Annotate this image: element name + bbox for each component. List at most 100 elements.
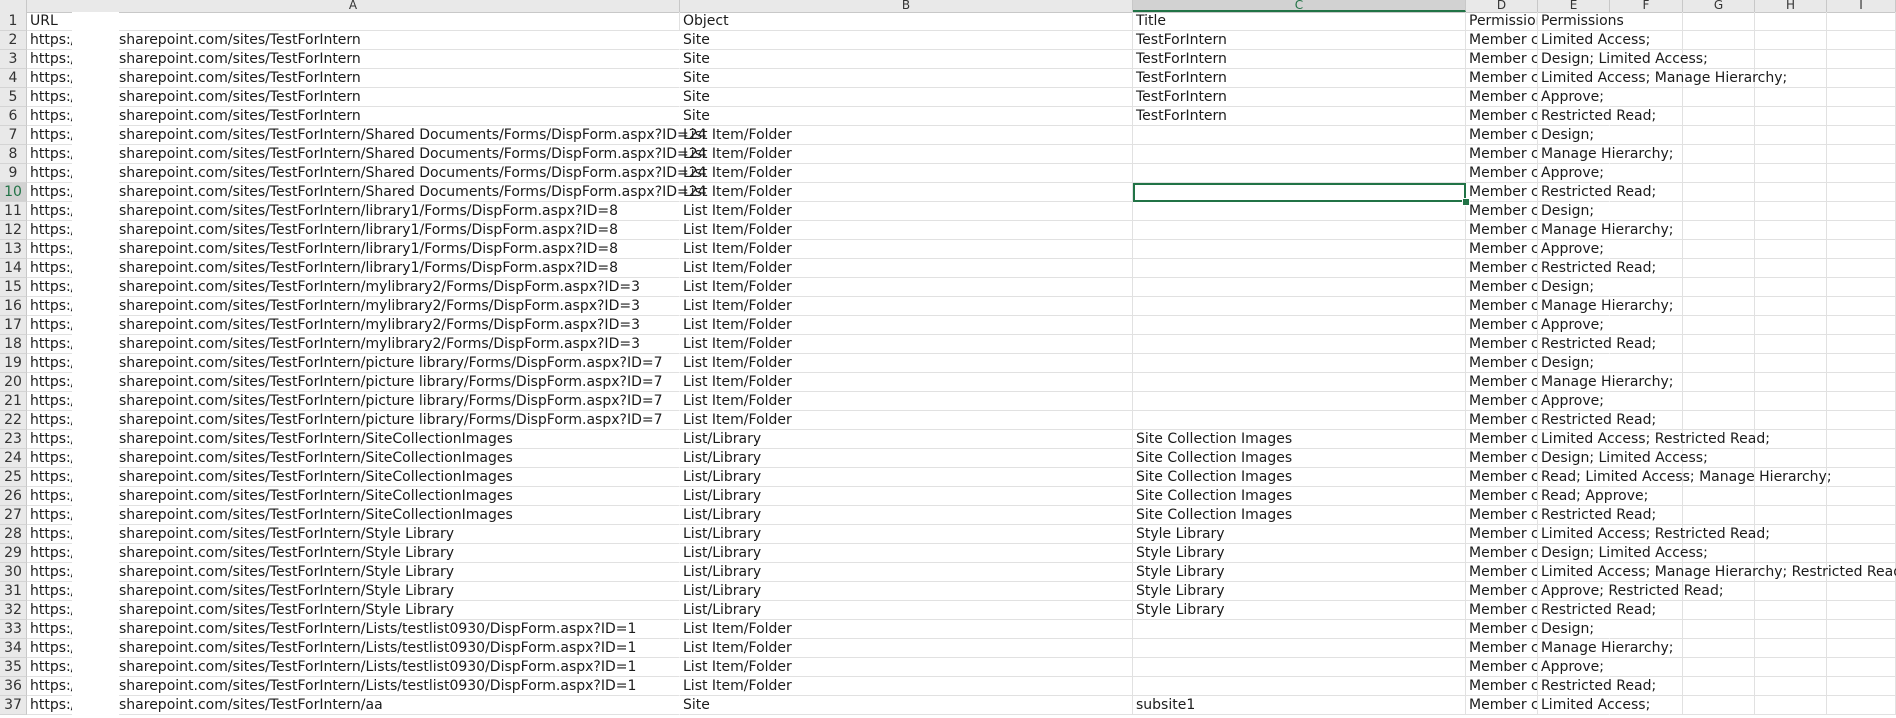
row-number[interactable]: 15 xyxy=(0,278,27,297)
url-cell[interactable]: https:/ sharepoint.com/sites/TestForInter… xyxy=(27,297,680,316)
row-number[interactable]: 9 xyxy=(0,164,27,183)
permission-level-cell[interactable]: Member c xyxy=(1466,31,1538,50)
empty-cell[interactable] xyxy=(1610,88,1683,107)
url-cell[interactable]: https:/ sharepoint.com/sites/TestForInter… xyxy=(27,658,680,677)
column-header-c[interactable]: C xyxy=(1133,0,1466,12)
object-cell[interactable]: List Item/Folder xyxy=(680,126,1133,145)
header-permissions[interactable]: Permissions xyxy=(1538,12,1624,31)
empty-cell[interactable] xyxy=(1755,221,1827,240)
permission-level-cell[interactable]: Member c xyxy=(1466,506,1538,525)
empty-cell[interactable] xyxy=(1827,392,1896,411)
object-cell[interactable]: List Item/Folder xyxy=(680,639,1133,658)
permissions-cell[interactable]: Restricted Read; xyxy=(1538,107,1656,126)
empty-cell[interactable] xyxy=(1755,259,1827,278)
object-cell[interactable]: List/Library xyxy=(680,506,1133,525)
url-cell[interactable]: https:/ sharepoint.com/sites/TestForInter… xyxy=(27,639,680,658)
title-cell[interactable] xyxy=(1133,335,1466,354)
object-cell[interactable]: List Item/Folder xyxy=(680,240,1133,259)
permission-level-cell[interactable]: Member c xyxy=(1466,107,1538,126)
url-cell[interactable]: https:/ sharepoint.com/sites/TestForInter… xyxy=(27,145,707,164)
permissions-cell[interactable]: Approve; xyxy=(1538,316,1610,335)
permissions-cell[interactable]: Design; xyxy=(1538,278,1610,297)
empty-cell[interactable] xyxy=(1755,601,1827,620)
title-cell[interactable] xyxy=(1133,183,1466,202)
permissions-cell[interactable]: Restricted Read; xyxy=(1538,335,1656,354)
url-cell[interactable]: https:/ sharepoint.com/sites/TestForInter… xyxy=(27,582,680,601)
title-cell[interactable]: Site Collection Images xyxy=(1133,487,1466,506)
empty-cell[interactable] xyxy=(1827,259,1896,278)
row-number[interactable]: 1 xyxy=(0,12,27,31)
empty-cell[interactable] xyxy=(1683,145,1755,164)
object-cell[interactable]: Site xyxy=(680,31,1133,50)
title-cell[interactable] xyxy=(1133,658,1466,677)
permission-level-cell[interactable]: Member c xyxy=(1466,468,1538,487)
title-cell[interactable] xyxy=(1133,620,1466,639)
row-number[interactable]: 37 xyxy=(0,696,27,715)
object-cell[interactable]: List/Library xyxy=(680,601,1133,620)
empty-cell[interactable] xyxy=(1755,506,1827,525)
empty-cell[interactable] xyxy=(1683,506,1755,525)
empty-cell[interactable] xyxy=(1755,620,1827,639)
object-cell[interactable]: List Item/Folder xyxy=(680,620,1133,639)
url-cell[interactable]: https:/ sharepoint.com/sites/TestForInter… xyxy=(27,696,680,715)
object-cell[interactable]: List Item/Folder xyxy=(680,259,1133,278)
permission-level-cell[interactable]: Member c xyxy=(1466,696,1538,715)
permissions-cell[interactable]: Restricted Read; xyxy=(1538,183,1656,202)
permissions-cell[interactable]: Approve; xyxy=(1538,240,1610,259)
permissions-cell[interactable]: Restricted Read; xyxy=(1538,677,1656,696)
row-number[interactable]: 18 xyxy=(0,335,27,354)
empty-cell[interactable] xyxy=(1755,354,1827,373)
url-cell[interactable]: https:/ sharepoint.com/sites/TestForInter… xyxy=(27,411,680,430)
permission-level-cell[interactable]: Member c xyxy=(1466,392,1538,411)
row-number[interactable]: 7 xyxy=(0,126,27,145)
permissions-cell[interactable]: Approve; xyxy=(1538,88,1610,107)
url-cell[interactable]: https:/ sharepoint.com/sites/TestForInter… xyxy=(27,107,680,126)
object-cell[interactable]: List Item/Folder xyxy=(680,392,1133,411)
title-cell[interactable]: TestForIntern xyxy=(1133,69,1466,88)
url-cell[interactable]: https:/ sharepoint.com/sites/TestForInter… xyxy=(27,88,680,107)
empty-cell[interactable] xyxy=(1683,126,1755,145)
title-cell[interactable]: Style Library xyxy=(1133,601,1466,620)
permissions-cell[interactable]: Manage Hierarchy; xyxy=(1538,639,1673,658)
permissions-cell[interactable]: Design; xyxy=(1538,620,1610,639)
header-object[interactable]: Object xyxy=(680,12,1133,31)
row-number[interactable]: 10 xyxy=(0,183,27,202)
empty-cell[interactable] xyxy=(1755,696,1827,715)
permission-level-cell[interactable]: Member c xyxy=(1466,449,1538,468)
permission-level-cell[interactable]: Member c xyxy=(1466,658,1538,677)
empty-cell[interactable] xyxy=(1827,601,1896,620)
empty-cell[interactable] xyxy=(1610,202,1683,221)
row-number[interactable]: 24 xyxy=(0,449,27,468)
empty-cell[interactable] xyxy=(1827,449,1896,468)
row-number[interactable]: 26 xyxy=(0,487,27,506)
title-cell[interactable]: Style Library xyxy=(1133,525,1466,544)
url-cell[interactable]: https:/ sharepoint.com/sites/TestForInter… xyxy=(27,677,680,696)
object-cell[interactable]: Site xyxy=(680,696,1133,715)
row-number[interactable]: 34 xyxy=(0,639,27,658)
url-cell[interactable]: https:/ sharepoint.com/sites/TestForInter… xyxy=(27,525,680,544)
permission-level-cell[interactable]: Member c xyxy=(1466,354,1538,373)
empty-cell[interactable] xyxy=(1827,202,1896,221)
permissions-cell[interactable]: Design; xyxy=(1538,202,1610,221)
title-cell[interactable]: TestForIntern xyxy=(1133,50,1466,69)
empty-cell[interactable] xyxy=(1610,620,1683,639)
url-cell[interactable]: https:/ sharepoint.com/sites/TestForInter… xyxy=(27,449,680,468)
title-cell[interactable]: Site Collection Images xyxy=(1133,506,1466,525)
permission-level-cell[interactable]: Member c xyxy=(1466,126,1538,145)
title-cell[interactable] xyxy=(1133,677,1466,696)
title-cell[interactable] xyxy=(1133,259,1466,278)
url-cell[interactable]: https:/ sharepoint.com/sites/TestForInter… xyxy=(27,620,680,639)
permission-level-cell[interactable]: Member c xyxy=(1466,563,1538,582)
title-cell[interactable]: Site Collection Images xyxy=(1133,430,1466,449)
empty-cell[interactable] xyxy=(1683,183,1755,202)
empty-cell[interactable] xyxy=(1827,677,1896,696)
object-cell[interactable]: List Item/Folder xyxy=(680,373,1133,392)
empty-cell[interactable] xyxy=(1827,69,1896,88)
row-number[interactable]: 13 xyxy=(0,240,27,259)
permissions-cell[interactable]: Limited Access; xyxy=(1538,31,1650,50)
url-cell[interactable]: https:/ sharepoint.com/sites/TestForInter… xyxy=(27,278,680,297)
permission-level-cell[interactable]: Member c xyxy=(1466,620,1538,639)
object-cell[interactable]: List Item/Folder xyxy=(680,297,1133,316)
row-number[interactable]: 4 xyxy=(0,69,27,88)
url-cell[interactable]: https:/ sharepoint.com/sites/TestForInter… xyxy=(27,259,680,278)
